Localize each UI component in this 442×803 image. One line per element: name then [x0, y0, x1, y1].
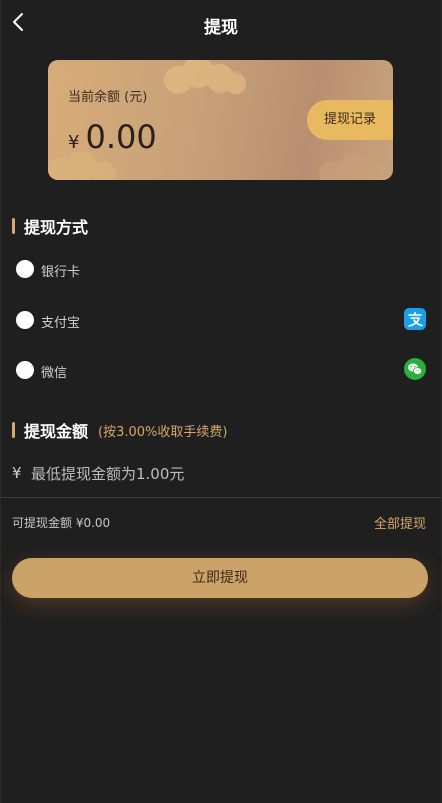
balance-card: 当前余额 (元) ¥ 0.00 提现记录: [48, 60, 393, 180]
fee-note: (按3.00%收取手续费): [98, 424, 228, 440]
radio-button[interactable]: [16, 311, 34, 329]
alipay-icon: [404, 308, 426, 330]
radio-button[interactable]: [16, 361, 34, 379]
section-accent-bar: [12, 422, 15, 438]
balance-label: 当前余额 (元): [68, 90, 148, 105]
section-title: 提现方式: [24, 218, 89, 237]
currency-symbol: ¥: [68, 132, 80, 153]
withdraw-all-button[interactable]: 全部提现: [374, 513, 426, 532]
withdraw-record-button[interactable]: 提现记录: [307, 100, 393, 140]
method-label: 支付宝: [41, 316, 81, 331]
amount-section-header: 提现金额 (按3.00%收取手续费): [12, 418, 227, 442]
radio-button[interactable]: [16, 260, 34, 278]
section-title: 提现金额: [24, 422, 89, 441]
balance-value: 0.00: [85, 118, 157, 156]
method-label: 银行卡: [41, 265, 81, 280]
available-amount: 可提现金额 ¥0.00: [12, 516, 111, 530]
cloud-decoration-icon: [319, 153, 389, 180]
methods-section-header: 提现方式: [12, 214, 88, 238]
currency-symbol: ¥: [12, 464, 22, 482]
cloud-decoration-icon: [210, 71, 245, 94]
section-accent-bar: [12, 218, 15, 234]
wechat-icon: [404, 358, 426, 380]
amount-input-row: ¥: [1, 460, 441, 498]
withdraw-page: 提现 当前余额 (元) ¥ 0.00 提现记录 提现方式 银行卡 支付宝 微信 …: [0, 0, 442, 803]
amount-input[interactable]: [31, 460, 411, 488]
page-title: 提现: [204, 18, 238, 38]
header: 提现: [1, 0, 441, 46]
method-label: 微信: [41, 366, 68, 381]
method-option-alipay[interactable]: 支付宝: [1, 303, 441, 339]
balance-amount: ¥ 0.00: [68, 118, 157, 156]
submit-withdraw-button[interactable]: 立即提现: [12, 558, 428, 598]
method-option-wechat[interactable]: 微信: [1, 353, 441, 389]
method-option-bank-card[interactable]: 银行卡: [1, 252, 441, 288]
